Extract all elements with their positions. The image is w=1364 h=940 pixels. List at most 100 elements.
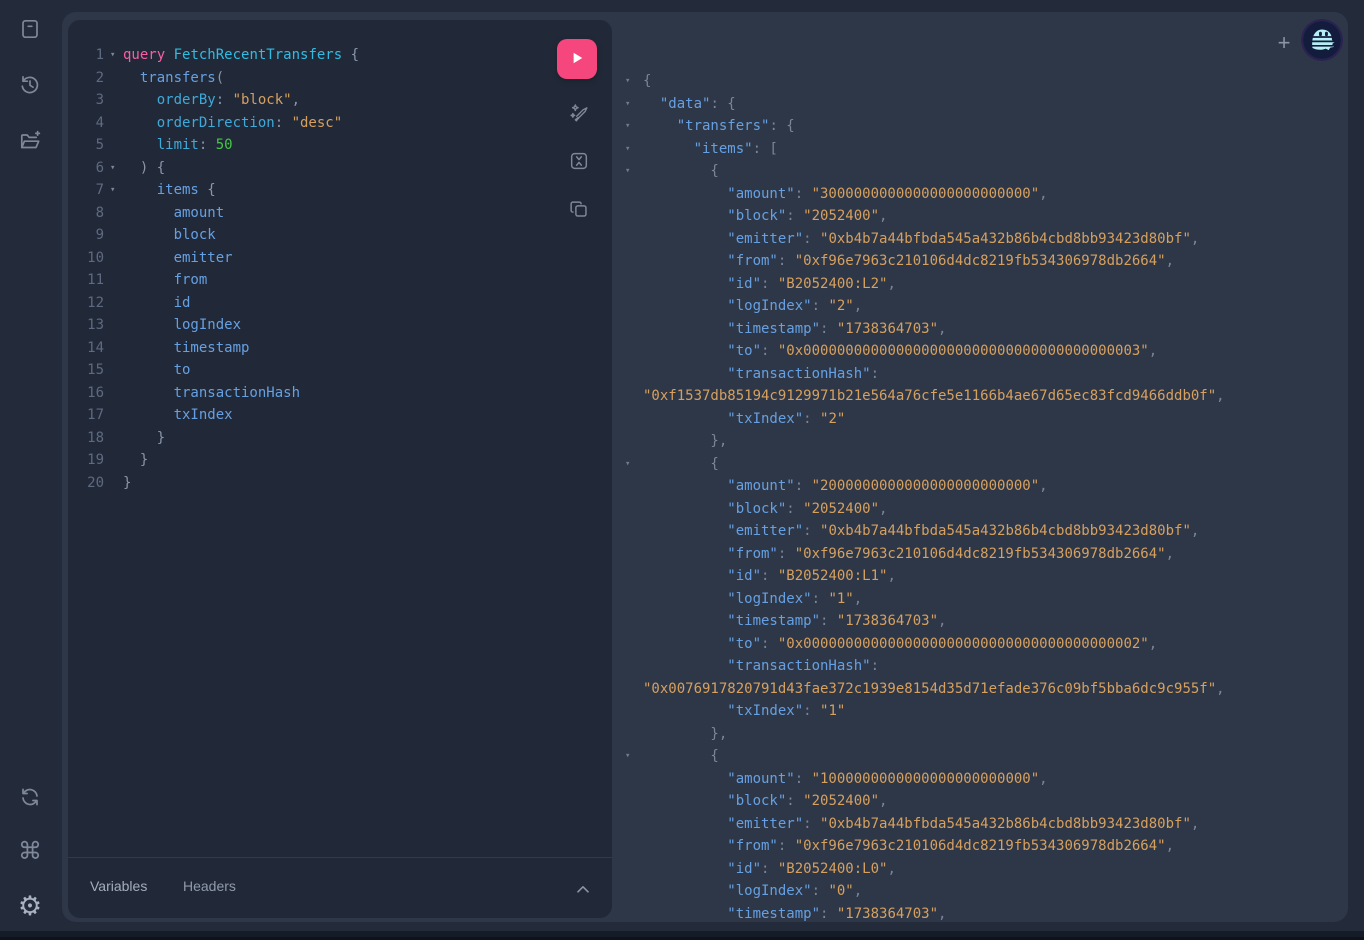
code-line: 11 from xyxy=(68,269,612,292)
line-number: 1 xyxy=(68,44,104,67)
fold-gutter xyxy=(616,880,643,903)
tab-headers[interactable]: Headers xyxy=(183,878,236,894)
add-tab-button[interactable]: + xyxy=(1271,30,1297,56)
code-text: "amount": "2000000000000000000000000", xyxy=(643,475,1048,498)
line-number: 5 xyxy=(68,134,104,157)
fold-gutter xyxy=(104,224,123,247)
fold-gutter xyxy=(104,67,123,90)
line-number: 8 xyxy=(68,202,104,225)
fold-toggle[interactable]: ▾ xyxy=(616,160,643,183)
fold-toggle[interactable]: ▾ xyxy=(616,115,643,138)
collapse-tools-button[interactable] xyxy=(576,882,590,897)
code-line: "amount": "3000000000000000000000000", xyxy=(616,183,1348,206)
code-text: "amount": "1000000000000000000000000", xyxy=(643,768,1048,791)
history-button[interactable] xyxy=(18,73,42,97)
fold-gutter xyxy=(616,363,643,386)
ghost-logo-avatar[interactable] xyxy=(1303,21,1341,59)
code-line: 19 } xyxy=(68,449,612,472)
code-text: "block": "2052400", xyxy=(643,205,887,228)
docs-icon xyxy=(18,17,42,41)
code-text: id xyxy=(123,292,190,315)
history-icon xyxy=(18,73,42,97)
code-text: logIndex xyxy=(123,314,241,337)
fold-gutter xyxy=(616,835,643,858)
fold-gutter xyxy=(616,700,643,723)
code-text: limit: 50 xyxy=(123,134,233,157)
prettify-button[interactable] xyxy=(565,100,593,128)
code-line: 12 id xyxy=(68,292,612,315)
fold-gutter xyxy=(616,520,643,543)
fold-gutter xyxy=(616,543,643,566)
settings-button[interactable]: ⚙ xyxy=(18,894,42,918)
code-text: "timestamp": "1738364703", xyxy=(643,610,946,633)
copy-icon xyxy=(568,198,590,223)
code-text: "id": "B2052400:L0", xyxy=(643,858,896,881)
fold-gutter xyxy=(616,610,643,633)
code-line: "0xf1537db85194c9129971b21e564a76cfe5e11… xyxy=(616,385,1348,408)
merge-fragments-icon xyxy=(568,150,590,175)
fold-toggle[interactable]: ▾ xyxy=(616,70,643,93)
fold-gutter xyxy=(104,472,123,495)
fold-gutter xyxy=(616,250,643,273)
fold-gutter xyxy=(616,183,643,206)
code-text: "emitter": "0xb4b7a44bfbda545a432b86b4cb… xyxy=(643,813,1199,836)
code-line: "amount": "1000000000000000000000000", xyxy=(616,768,1348,791)
fold-gutter xyxy=(104,134,123,157)
fold-gutter xyxy=(104,292,123,315)
fold-gutter xyxy=(616,723,643,746)
fold-toggle[interactable]: ▾ xyxy=(616,453,643,476)
code-line: ▾{ xyxy=(616,70,1348,93)
fold-gutter xyxy=(616,655,643,678)
code-line: "emitter": "0xb4b7a44bfbda545a432b86b4cb… xyxy=(616,813,1348,836)
code-text: } xyxy=(123,472,131,495)
code-text: "txIndex": "1" xyxy=(643,700,845,723)
keyboard-shortcuts-button[interactable]: ⌘ xyxy=(18,840,42,864)
fold-toggle[interactable]: ▾ xyxy=(104,157,123,180)
code-line: ▾ { xyxy=(616,160,1348,183)
code-text: "transactionHash": xyxy=(643,363,879,386)
code-line: 10 emitter xyxy=(68,247,612,270)
code-line: 20} xyxy=(68,472,612,495)
fold-gutter xyxy=(616,588,643,611)
fold-gutter xyxy=(616,498,643,521)
code-line: "logIndex": "2", xyxy=(616,295,1348,318)
chevron-up-icon xyxy=(576,882,590,897)
code-line: 14 timestamp xyxy=(68,337,612,360)
ghost-icon xyxy=(1303,21,1341,59)
copy-query-button[interactable] xyxy=(565,196,593,224)
code-line: "logIndex": "1", xyxy=(616,588,1348,611)
line-number: 7 xyxy=(68,179,104,202)
code-text: "block": "2052400", xyxy=(643,790,887,813)
line-number: 12 xyxy=(68,292,104,315)
folder-plus-icon xyxy=(18,129,42,153)
query-editor[interactable]: 1▾query FetchRecentTransfers {2 transfer… xyxy=(68,44,612,494)
fold-gutter xyxy=(616,858,643,881)
code-text: "timestamp": "1738364703", xyxy=(643,903,946,923)
fold-toggle[interactable]: ▾ xyxy=(104,179,123,202)
refetch-schema-button[interactable] xyxy=(18,785,42,809)
fold-toggle[interactable]: ▾ xyxy=(616,93,643,116)
code-text: "to": "0x0000000000000000000000000000000… xyxy=(643,340,1157,363)
code-line: "logIndex": "0", xyxy=(616,880,1348,903)
merge-fragments-button[interactable] xyxy=(565,148,593,176)
fold-toggle[interactable]: ▾ xyxy=(616,138,643,161)
fold-toggle[interactable]: ▾ xyxy=(104,44,123,67)
fold-gutter xyxy=(104,382,123,405)
code-text: orderBy: "block", xyxy=(123,89,300,112)
code-text: transfers( xyxy=(123,67,224,90)
code-line: 13 logIndex xyxy=(68,314,612,337)
code-line: "txIndex": "1" xyxy=(616,700,1348,723)
code-text: }, xyxy=(643,723,727,746)
collections-button[interactable] xyxy=(18,129,42,153)
line-number: 2 xyxy=(68,67,104,90)
docs-button[interactable] xyxy=(18,17,42,41)
fold-gutter xyxy=(104,112,123,135)
execute-query-button[interactable] xyxy=(557,39,597,79)
code-text: }, xyxy=(643,430,727,453)
line-number: 18 xyxy=(68,427,104,450)
code-text: ) { xyxy=(123,157,165,180)
tab-variables[interactable]: Variables xyxy=(90,878,147,894)
fold-toggle[interactable]: ▾ xyxy=(616,745,643,768)
fold-gutter xyxy=(616,790,643,813)
code-line: ▾ "items": [ xyxy=(616,138,1348,161)
